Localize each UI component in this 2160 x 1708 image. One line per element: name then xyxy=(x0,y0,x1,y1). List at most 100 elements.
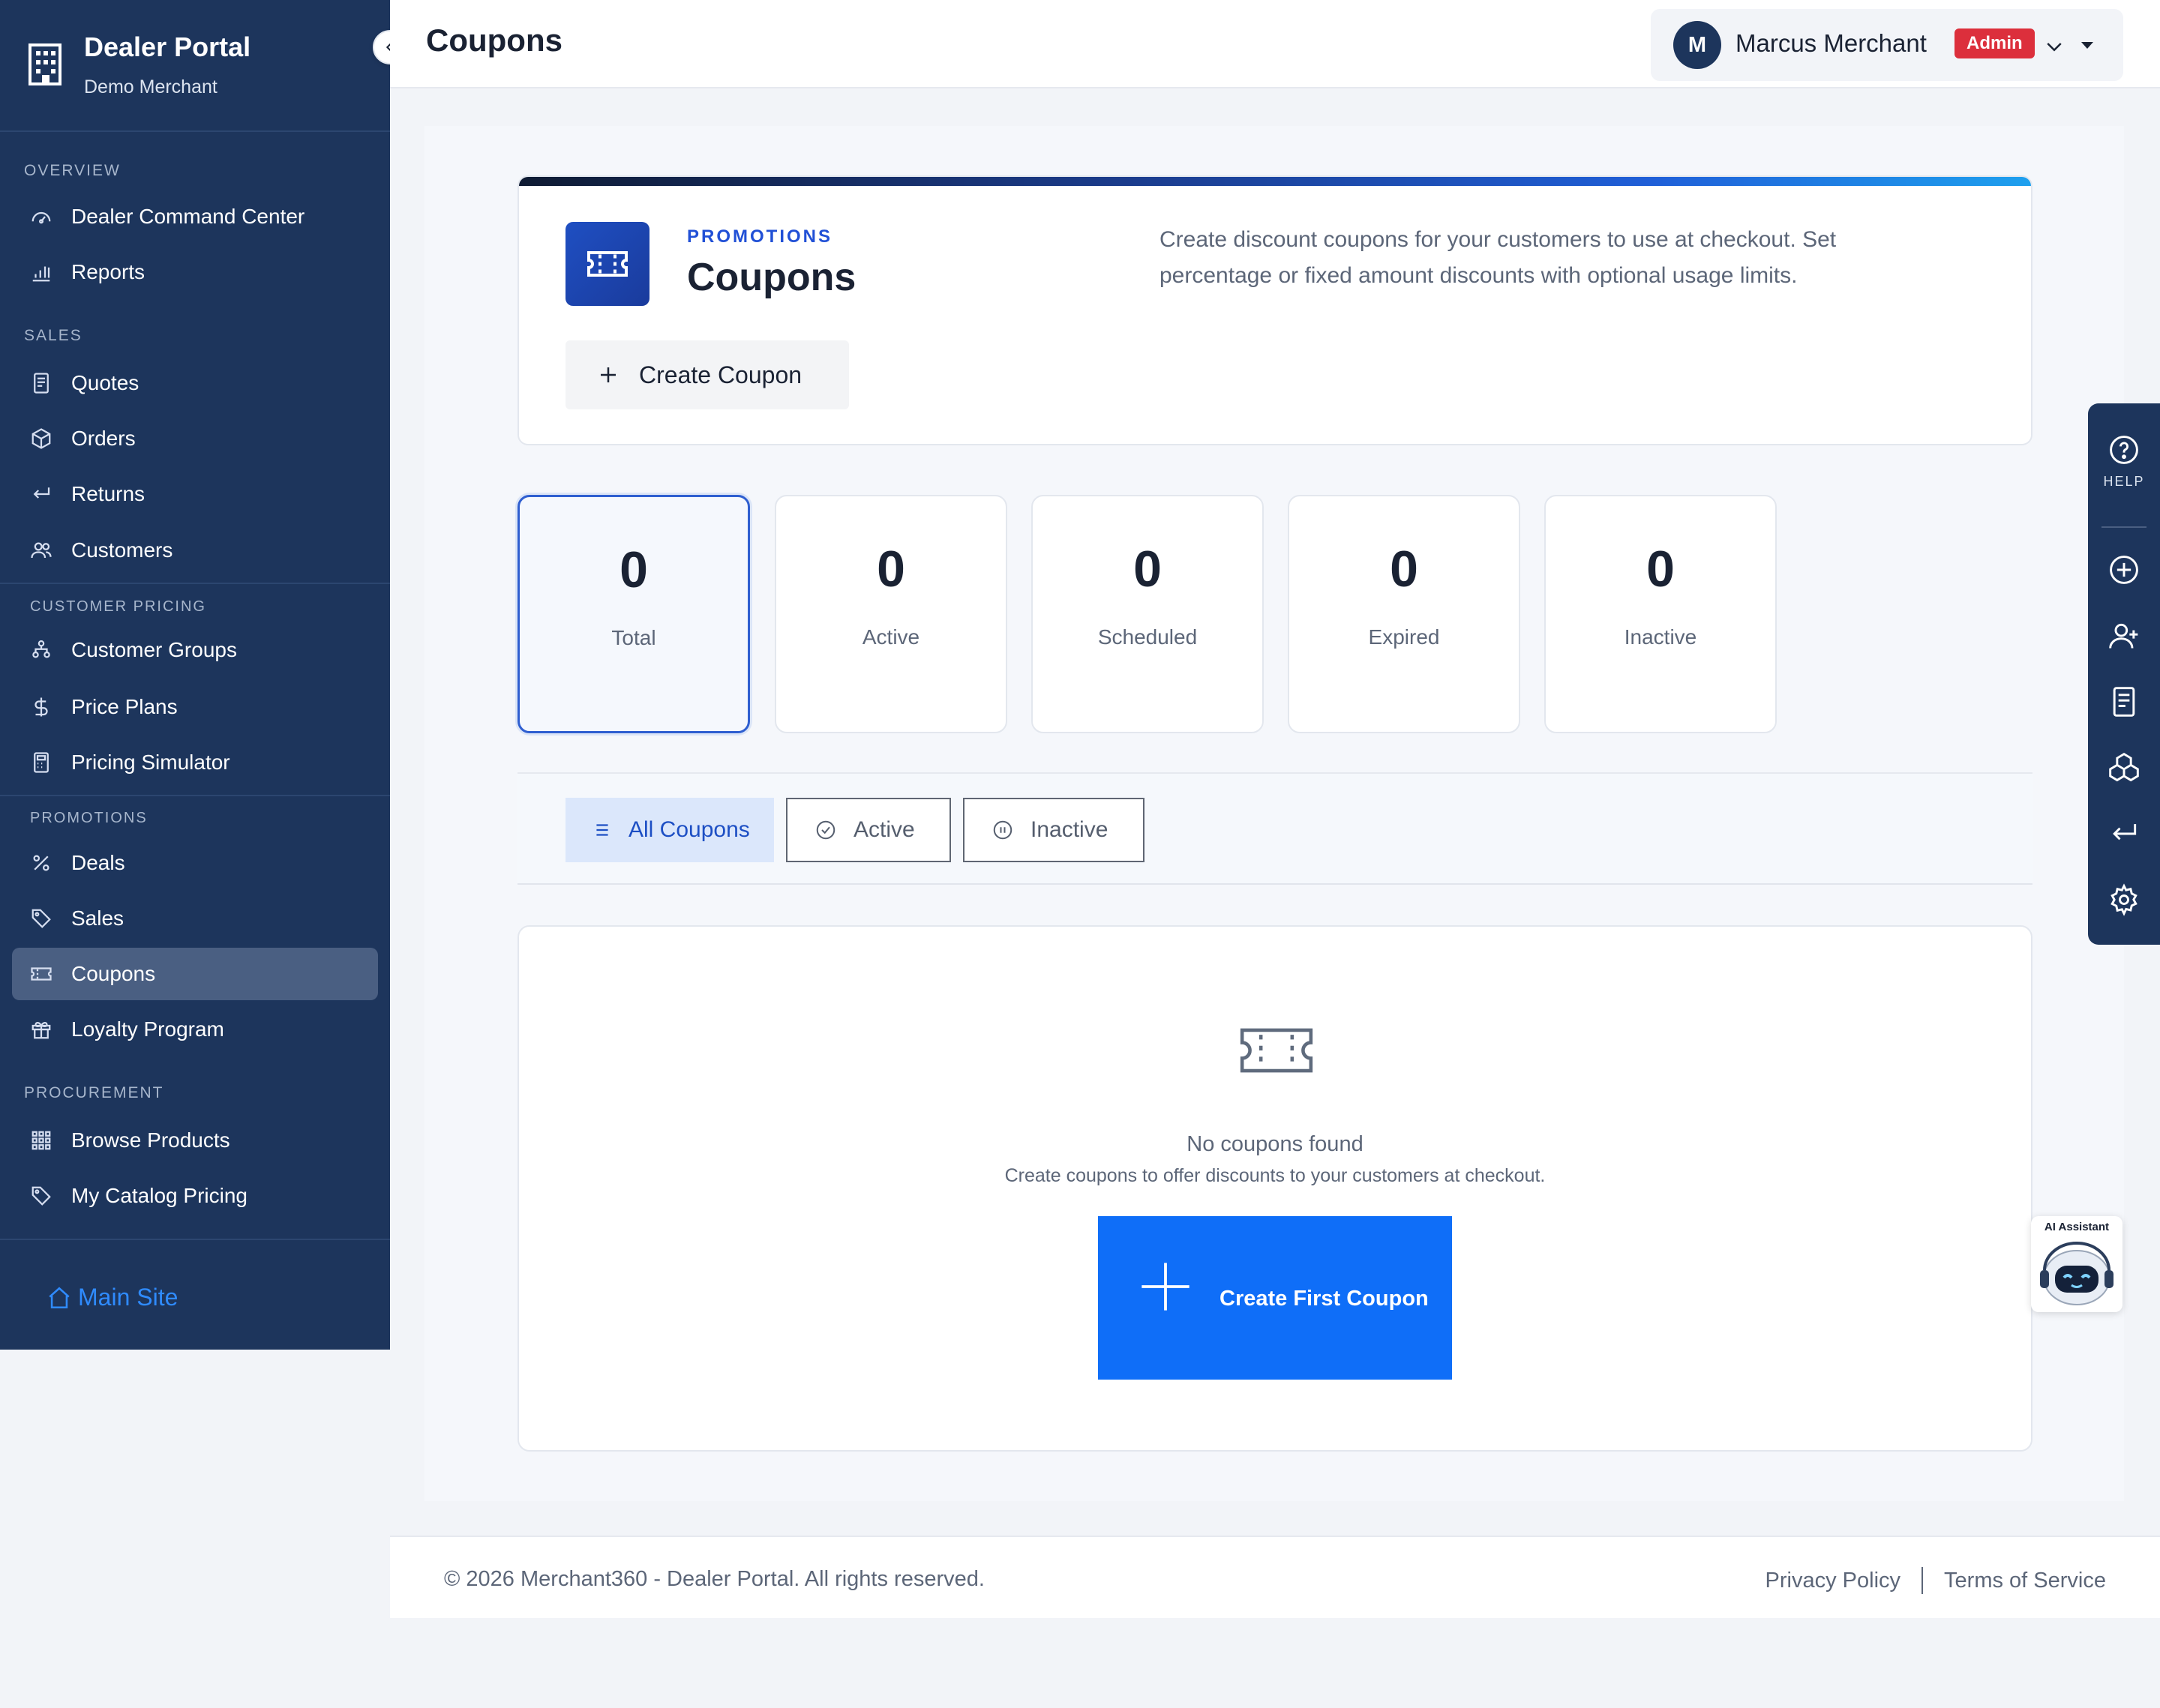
sidebar-item-customers[interactable]: Customers xyxy=(12,524,378,577)
footer-links: Privacy Policy Terms of Service xyxy=(1766,1567,2106,1594)
footer-separator xyxy=(1922,1567,1924,1594)
tags-icon xyxy=(32,1186,51,1206)
filter-tab-label: Active xyxy=(854,817,915,842)
filter-tab-all-coupons[interactable]: All Coupons xyxy=(566,798,774,862)
sidebar-item-coupons[interactable]: Coupons xyxy=(12,948,378,1000)
section-label-overview: OVERVIEW xyxy=(24,162,121,179)
ticket-icon xyxy=(31,967,52,981)
stat-value: 0 xyxy=(1390,541,1418,598)
document-icon[interactable] xyxy=(2108,685,2140,718)
create-first-coupon-button[interactable]: Create First Coupon xyxy=(1098,1216,1452,1380)
sidebar-item-label: Browse Products xyxy=(71,1128,230,1152)
sidebar-item-reports[interactable]: Reports xyxy=(12,246,378,298)
sidebar-item-label: Customer Groups xyxy=(71,638,237,661)
filter-tab-inactive[interactable]: Inactive xyxy=(963,798,1144,862)
stat-card-active[interactable]: 0 Active xyxy=(775,495,1007,733)
sidebar-item-pricing-simulator[interactable]: Pricing Simulator xyxy=(12,736,378,789)
sidebar-item-label: Quotes xyxy=(71,371,140,394)
building-icon xyxy=(28,43,62,85)
sidebar-item-sales[interactable]: Sales xyxy=(12,892,378,945)
calculator-icon xyxy=(34,752,49,773)
users-icon xyxy=(31,542,52,559)
box-icon xyxy=(32,428,51,449)
privacy-policy-link[interactable]: Privacy Policy xyxy=(1766,1569,1901,1593)
stat-label: Inactive xyxy=(1624,625,1697,649)
return-arrow-icon xyxy=(33,487,50,499)
empty-state-title: No coupons found xyxy=(1186,1132,1364,1156)
grid-icon xyxy=(32,1131,51,1150)
tag-icon xyxy=(32,909,51,928)
brand-subtitle: Demo Merchant xyxy=(84,76,218,97)
stat-label: Total xyxy=(611,626,656,649)
bar-chart-icon xyxy=(32,266,50,282)
hero-ticket-icon-tile xyxy=(566,222,650,306)
section-divider xyxy=(0,583,390,584)
stat-label: Expired xyxy=(1368,625,1440,649)
top-header: Coupons M Marcus Merchant Admin xyxy=(390,0,2160,88)
sidebar-item-deals[interactable]: Deals xyxy=(12,837,378,889)
sidebar-item-customer-groups[interactable]: Customer Groups xyxy=(12,624,378,676)
sidebar-item-label: Pricing Simulator xyxy=(71,751,230,774)
stat-card-scheduled[interactable]: 0 Scheduled xyxy=(1031,495,1264,733)
terms-of-service-link[interactable]: Terms of Service xyxy=(1944,1569,2106,1593)
sidebar-item-label: Reports xyxy=(71,260,146,283)
hero-description: Create discount coupons for your custome… xyxy=(1160,227,1837,288)
boxes-icon[interactable] xyxy=(2108,751,2140,784)
home-icon xyxy=(49,1287,70,1308)
help-button[interactable]: HELP xyxy=(2088,433,2160,490)
stat-value: 0 xyxy=(877,541,905,598)
sidebar-item-orders[interactable]: Orders xyxy=(12,412,378,465)
ai-assistant-label: AI Assistant xyxy=(2044,1221,2110,1233)
sidebar-item-label: My Catalog Pricing xyxy=(71,1184,248,1207)
sidebar-item-my-catalog-pricing[interactable]: My Catalog Pricing xyxy=(12,1170,378,1222)
brand: Dealer Portal Demo Merchant xyxy=(0,0,390,132)
return-icon[interactable] xyxy=(2108,817,2140,850)
coupons-empty-state: No coupons found Create coupons to offer… xyxy=(518,925,2032,1452)
hero-eyebrow: PROMOTIONS xyxy=(687,226,833,247)
help-icon xyxy=(2110,436,2138,464)
help-label: HELP xyxy=(2103,474,2145,489)
sidebar-item-label: Returns xyxy=(71,482,146,505)
filter-tab-active[interactable]: Active xyxy=(786,798,951,862)
plus-circle-icon[interactable] xyxy=(2108,553,2140,586)
sidebar-item-returns[interactable]: Returns xyxy=(12,468,378,520)
toolbar-divider xyxy=(2102,526,2146,528)
role-badge: Admin xyxy=(1954,28,2035,58)
sidebar-item-browse-products[interactable]: Browse Products xyxy=(12,1114,378,1167)
sidebar-item-price-plans[interactable]: Price Plans xyxy=(12,681,378,733)
add-user-icon[interactable] xyxy=(2108,619,2140,652)
create-coupon-button[interactable]: Create Coupon xyxy=(566,340,849,409)
sidebar-item-label: Sales xyxy=(71,906,124,930)
brand-title: Dealer Portal xyxy=(84,31,251,62)
gear-icon[interactable] xyxy=(2108,883,2140,916)
dashboard-gauge-icon xyxy=(32,211,51,224)
user-menu[interactable]: M Marcus Merchant Admin xyxy=(1651,9,2123,81)
sidebar-item-loyalty-program[interactable]: Loyalty Program xyxy=(12,1003,378,1056)
filter-tab-label: All Coupons xyxy=(628,817,750,842)
stat-card-inactive[interactable]: 0 Inactive xyxy=(1544,495,1777,733)
robot-icon xyxy=(2040,1242,2114,1305)
main-site-link[interactable]: Main Site xyxy=(46,1284,178,1311)
document-icon xyxy=(34,373,49,394)
filter-tab-label: Inactive xyxy=(1030,817,1108,842)
hero-title: Coupons xyxy=(687,256,856,299)
sidebar-item-dealer-command-center[interactable]: Dealer Command Center xyxy=(12,190,378,243)
ai-assistant-widget[interactable]: AI Assistant xyxy=(2031,1216,2122,1312)
main-site-label: Main Site xyxy=(78,1284,178,1311)
stat-value: 0 xyxy=(1646,541,1675,598)
sidebar-item-label: Deals xyxy=(71,851,125,874)
sidebar-item-label: Coupons xyxy=(71,962,156,985)
stat-card-total[interactable]: 0 Total xyxy=(518,495,750,733)
sidebar-item-label: Orders xyxy=(71,427,136,450)
check-circle-icon xyxy=(816,820,836,840)
sidebar-item-quotes[interactable]: Quotes xyxy=(12,357,378,409)
stat-label: Scheduled xyxy=(1097,625,1198,649)
group-hierarchy-icon xyxy=(32,640,50,658)
gift-icon xyxy=(32,1021,51,1039)
stat-value: 0 xyxy=(620,541,648,598)
list-icon xyxy=(596,824,608,836)
copyright-text: © 2026 Merchant360 - Dealer Portal. All … xyxy=(444,1567,985,1591)
avatar: M xyxy=(1673,21,1721,69)
stat-card-expired[interactable]: 0 Expired xyxy=(1288,495,1520,733)
section-label-procurement: PROCUREMENT xyxy=(24,1084,164,1101)
